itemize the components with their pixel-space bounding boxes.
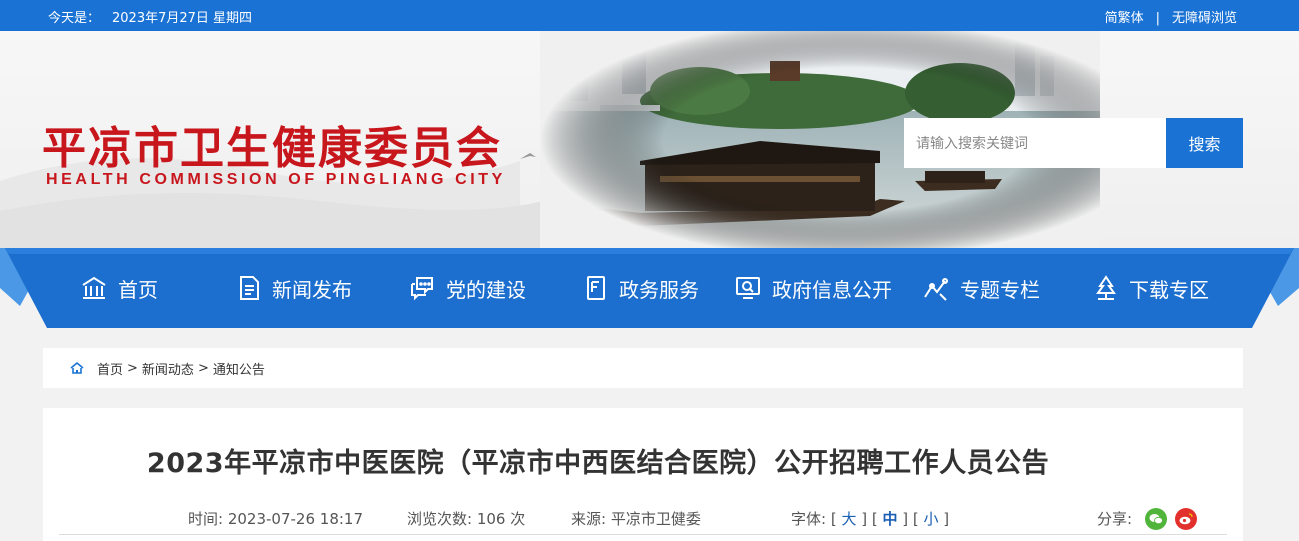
tree-icon xyxy=(1096,275,1116,300)
font-medium-button[interactable]: 中 xyxy=(882,510,897,528)
nav-item-label: 首页 xyxy=(118,277,158,302)
nav-item-home[interactable]: 首页 xyxy=(80,248,158,328)
top-links: 简繁体 | 无障碍浏览 xyxy=(1105,7,1237,26)
article-panel: 2023年平凉市中医医院（平凉市中西医结合医院）公开招聘工作人员公告 时间: 2… xyxy=(43,408,1243,541)
article-meta: 时间: 2023-07-26 18:17 浏览次数: 106 次 来源: 平凉市… xyxy=(188,508,1218,530)
breadcrumb-home[interactable]: 首页 xyxy=(97,359,123,378)
view-count: 浏览次数: 106 次 xyxy=(407,508,525,529)
top-bar: 今天是： 2023年7月27日 星期四 简繁体 | 无障碍浏览 xyxy=(0,0,1299,31)
chat-icon xyxy=(411,277,433,301)
font-small-button[interactable]: 小 xyxy=(924,510,939,528)
site-title: 平凉市卫生健康委员会 xyxy=(42,123,502,174)
nav-item-downloads[interactable]: 下载专区 xyxy=(1093,248,1209,328)
views-label: 浏览次数: xyxy=(407,510,473,528)
nav-item-disclosure[interactable]: 政府信息公开 xyxy=(734,248,892,328)
top-separator: | xyxy=(1155,11,1160,26)
site-subtitle: HEALTH COMMISSION OF PINGLIANG CITY xyxy=(46,171,506,188)
book-icon xyxy=(587,276,605,300)
simp-trad-link[interactable]: 简繁体 xyxy=(1105,11,1144,26)
font-size-control: 字体: [ 大 ] [ 中 ] [ 小 ] xyxy=(791,510,950,528)
site-header: 平凉市卫生健康委员会 HEALTH COMMISSION OF PINGLIAN… xyxy=(0,31,1299,248)
meta-divider xyxy=(59,534,1227,535)
nav-item-party[interactable]: 党的建设 xyxy=(408,248,526,328)
nav-item-label: 下载专区 xyxy=(1129,277,1209,302)
search-button[interactable]: 搜索 xyxy=(1166,118,1243,168)
nav-item-label: 新闻发布 xyxy=(272,277,352,302)
main-nav: 首页 新闻发布 党的建设 政务服务 政府信息公开 专题专栏 下载专区 xyxy=(0,248,1299,328)
time-label: 时间: xyxy=(188,510,224,528)
nav-item-label: 党的建设 xyxy=(446,277,526,302)
font-label: 字体: xyxy=(791,510,827,528)
source-value: 平凉市卫健委 xyxy=(610,510,701,528)
chart-icon xyxy=(924,278,948,301)
time-value: 2023-07-26 18:17 xyxy=(227,510,364,528)
font-large-button[interactable]: 大 xyxy=(841,510,856,528)
publish-time: 时间: 2023-07-26 18:17 xyxy=(188,508,363,529)
weibo-share-icon[interactable] xyxy=(1175,508,1197,530)
date-label: 今天是： xyxy=(48,11,101,26)
breadcrumb-news[interactable]: 新闻动态 xyxy=(142,359,194,378)
breadcrumb-separator: > xyxy=(197,360,209,376)
nav-item-label: 政府信息公开 xyxy=(772,277,892,302)
monitor-icon xyxy=(736,277,760,299)
wechat-share-icon[interactable] xyxy=(1145,508,1167,530)
nav-item-label: 政务服务 xyxy=(619,277,699,302)
breadcrumb-separator: > xyxy=(127,360,138,376)
home-icon xyxy=(82,276,106,299)
nav-item-news[interactable]: 新闻发布 xyxy=(236,248,352,328)
document-icon xyxy=(240,276,259,300)
accessibility-link[interactable]: 无障碍浏览 xyxy=(1172,11,1237,26)
search-input[interactable] xyxy=(904,118,1166,168)
current-date: 今天是： 2023年7月27日 星期四 xyxy=(48,7,252,26)
nav-item-services[interactable]: 政务服务 xyxy=(583,248,699,328)
nav-item-topics[interactable]: 专题专栏 xyxy=(922,248,1040,328)
source-label: 来源: xyxy=(571,510,607,528)
home-icon xyxy=(70,361,84,374)
date-value: 2023年7月27日 星期四 xyxy=(112,11,253,26)
share-label: 分享: xyxy=(1097,510,1133,528)
source: 来源: 平凉市卫健委 xyxy=(571,508,701,529)
breadcrumb: 首页 > 新闻动态 > 通知公告 xyxy=(43,348,1243,388)
breadcrumb-notices[interactable]: 通知公告 xyxy=(213,359,265,378)
views-value: 106 次 xyxy=(476,510,526,528)
nav-item-label: 专题专栏 xyxy=(960,277,1040,302)
article-title: 2023年平凉市中医医院（平凉市中西医结合医院）公开招聘工作人员公告 xyxy=(146,448,1050,479)
